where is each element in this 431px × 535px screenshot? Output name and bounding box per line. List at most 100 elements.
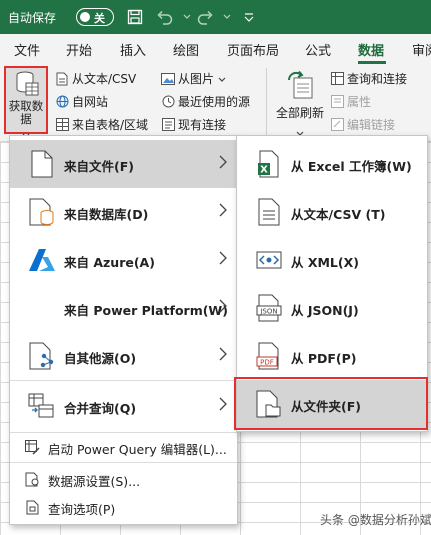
submenu-item-from-json[interactable]: JSON 从 JSON(J): [237, 284, 427, 332]
watermark: 头条 @数据分析孙斌: [320, 513, 431, 527]
edit-links-button[interactable]: 编辑链接: [330, 116, 395, 133]
existing-connections-label: 现有连接: [178, 118, 227, 132]
database-table-icon: [15, 71, 39, 101]
menu-item-label: 来自 Azure(A): [64, 255, 155, 270]
menu-item-label: 合并查询(Q): [64, 401, 137, 416]
refresh-icon: [286, 70, 314, 104]
submenu-item-from-pdf[interactable]: PDF 从 PDF(P): [237, 332, 427, 380]
tab-insert[interactable]: 插入: [120, 40, 146, 59]
save-icon[interactable]: [124, 6, 146, 28]
refresh-all-label: 全部刷新: [275, 106, 324, 120]
menu-item-label: 来自文件(F): [64, 159, 134, 174]
data-source-settings-icon: [24, 471, 40, 487]
connections-icon: [161, 118, 175, 132]
file-icon: [26, 148, 58, 180]
properties-button[interactable]: 属性: [330, 93, 371, 110]
get-data-button[interactable]: 获取数 据: [4, 66, 48, 138]
submenu-item-label: 从 JSON(J): [291, 303, 359, 318]
menu-item-from-file[interactable]: 来自文件(F): [10, 140, 237, 188]
submenu-item-from-text-csv[interactable]: 从文本/CSV (T): [237, 188, 427, 236]
menu-item-label: 自其他源(O): [64, 351, 137, 366]
from-web-label: 自网站: [72, 95, 109, 109]
from-picture-button[interactable]: 从图片: [161, 70, 226, 87]
autosave-state: 关: [94, 12, 105, 25]
from-web-button[interactable]: 自网站: [55, 93, 108, 110]
table-icon: [55, 118, 69, 132]
undo-icon[interactable]: [154, 6, 176, 28]
properties-icon: [330, 95, 344, 109]
menu-item-from-azure[interactable]: 来自 Azure(A): [10, 236, 237, 284]
recent-sources-icon: [161, 95, 175, 109]
tab-home[interactable]: 开始: [66, 40, 92, 59]
tab-draw[interactable]: 绘图: [173, 40, 199, 59]
from-file-submenu: X 从 Excel 工作簿(W) 从文本/CSV (T) 从 XML(X) JS…: [236, 135, 428, 432]
chevron-right-icon: [219, 298, 227, 313]
from-text-csv-label: 从文本/CSV: [72, 72, 137, 86]
autosave-toggle[interactable]: 关: [76, 8, 114, 26]
ribbon-tabs: 文件 开始 插入 绘图 页面布局 公式 数据 审阅: [0, 34, 431, 64]
picture-icon: [161, 72, 175, 86]
menu-separator: [10, 432, 237, 433]
redo-dropdown-icon[interactable]: [216, 6, 238, 28]
pdf-icon-text: PDF: [260, 359, 274, 367]
tab-formulas[interactable]: 公式: [305, 40, 331, 59]
edit-links-icon: [330, 118, 344, 132]
from-picture-chevron-icon: [218, 72, 226, 86]
refresh-all-button[interactable]: 全部刷新: [274, 68, 326, 136]
menu-item-label: 来自数据库(D): [64, 207, 149, 222]
other-sources-icon: [26, 340, 58, 372]
menu-item-label: 查询选项(P): [48, 502, 116, 517]
edit-links-label: 编辑链接: [347, 118, 396, 132]
menu-item-label: 启动 Power Query 编辑器(L)...: [48, 442, 227, 457]
submenu-item-from-xml[interactable]: 从 XML(X): [237, 236, 427, 284]
menu-item-from-database[interactable]: 来自数据库(D): [10, 188, 237, 236]
chevron-right-icon: [219, 250, 227, 265]
customize-toolbar-icon[interactable]: [238, 6, 260, 28]
recent-sources-label: 最近使用的源: [178, 95, 251, 109]
excel-icon-letter: X: [260, 165, 268, 176]
autosave-label: 自动保存: [8, 11, 57, 25]
properties-label: 属性: [347, 95, 372, 109]
tab-file[interactable]: 文件: [14, 40, 40, 59]
chevron-right-icon: [219, 396, 227, 411]
menu-item-query-options[interactable]: 查询选项(P): [10, 494, 237, 520]
from-text-csv-button[interactable]: 从文本/CSV: [55, 70, 136, 87]
tab-page-layout[interactable]: 页面布局: [227, 40, 279, 59]
query-options-icon: [24, 499, 40, 515]
tab-review[interactable]: 审阅: [412, 40, 431, 59]
text-file-icon: [55, 72, 69, 86]
excel-file-icon: X: [253, 148, 285, 180]
menu-item-launch-power-query[interactable]: 启动 Power Query 编辑器(L)...: [10, 434, 237, 460]
folder-file-icon: [253, 388, 285, 420]
recent-sources-button[interactable]: 最近使用的源: [161, 93, 250, 110]
submenu-item-label: 从 PDF(P): [291, 351, 357, 366]
queries-connections-button[interactable]: 查询和连接: [330, 70, 407, 87]
submenu-item-label: 从文件夹(F): [291, 399, 361, 414]
redo-icon[interactable]: [194, 6, 216, 28]
existing-connections-button[interactable]: 现有连接: [161, 116, 226, 133]
submenu-item-label: 从文本/CSV (T): [291, 207, 386, 222]
json-icon-text: JSON: [259, 308, 277, 316]
menu-item-from-other-sources[interactable]: 自其他源(O): [10, 332, 237, 380]
pdf-file-icon: PDF: [253, 340, 285, 372]
from-picture-label: 从图片: [178, 72, 215, 86]
menu-item-label: 数据源设置(S)...: [48, 474, 141, 489]
power-query-editor-icon: [24, 439, 40, 455]
menu-item-data-source-settings[interactable]: 数据源设置(S)...: [10, 466, 237, 492]
submenu-item-from-folder[interactable]: 从文件夹(F): [237, 380, 427, 428]
globe-icon: [55, 95, 69, 109]
menu-item-combine-queries[interactable]: 合并查询(Q): [10, 382, 237, 430]
chevron-right-icon: [219, 202, 227, 217]
json-file-icon: JSON: [253, 292, 285, 324]
menu-item-from-power-platform[interactable]: 来自 Power Platform(W): [10, 284, 237, 332]
ribbon-group-separator: [266, 68, 267, 136]
from-table-range-button[interactable]: 来自表格/区域: [55, 116, 148, 133]
get-data-menu: 来自文件(F) 来自数据库(D) 来自 Azure(A) 来自 Power Pl…: [9, 135, 238, 525]
tab-data[interactable]: 数据: [358, 40, 384, 59]
database-file-icon: [26, 196, 58, 228]
submenu-item-from-excel-workbook[interactable]: X 从 Excel 工作簿(W): [237, 140, 427, 188]
xml-file-icon: [253, 244, 285, 276]
toggle-knob: [80, 11, 90, 22]
submenu-item-label: 从 XML(X): [291, 255, 359, 270]
from-table-range-label: 来自表格/区域: [72, 118, 149, 132]
